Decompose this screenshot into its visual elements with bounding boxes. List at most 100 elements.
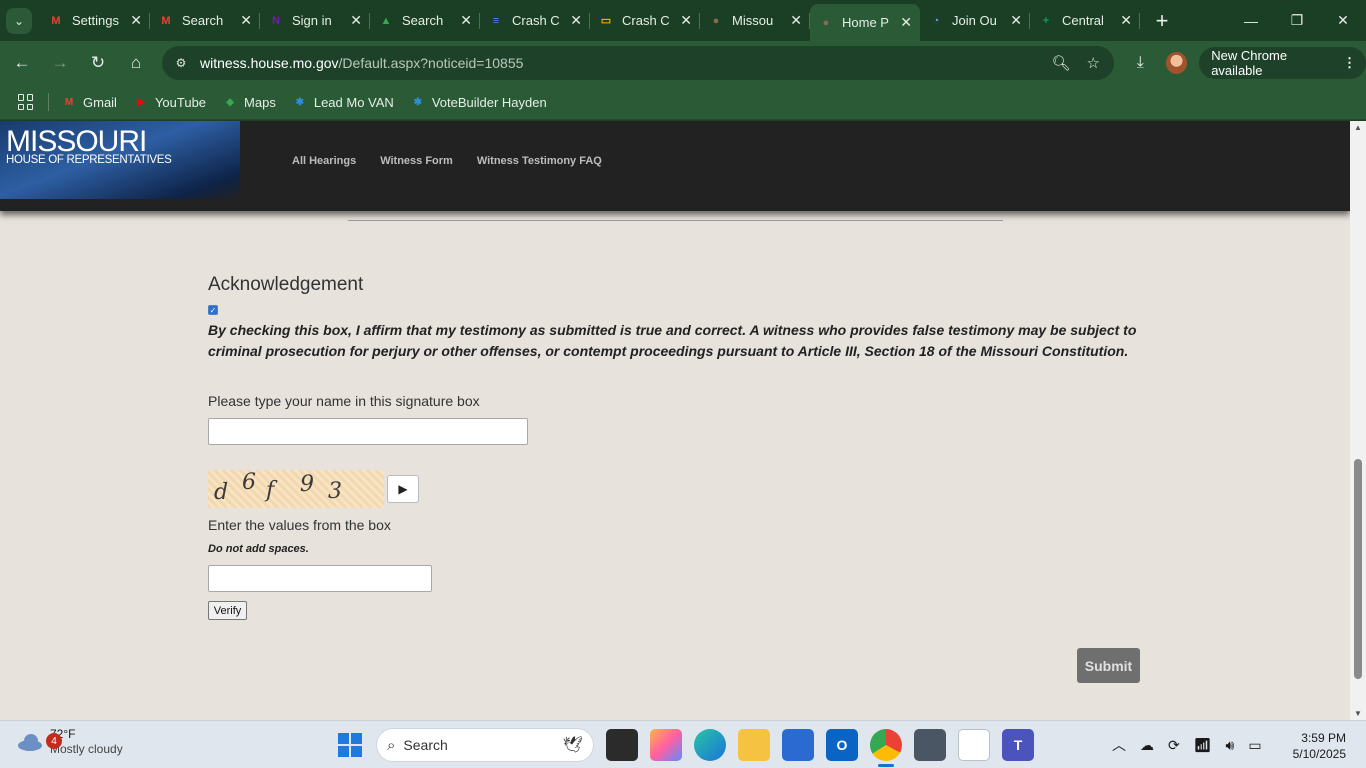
weather-widget[interactable]: 4 72°F Mostly cloudy xyxy=(16,727,123,757)
captcha-label: Enter the values from the box xyxy=(208,517,391,533)
maps-icon: ◆ xyxy=(226,96,234,108)
tab-search-button[interactable]: ⌄ xyxy=(6,7,32,34)
scroll-thumb[interactable] xyxy=(1354,459,1362,679)
close-tab-icon[interactable]: ✕ xyxy=(350,12,362,29)
url-host: witness.house.mo.gov xyxy=(200,55,339,71)
gmail-icon: M xyxy=(51,14,61,27)
signature-input[interactable] xyxy=(208,418,528,445)
teams-icon[interactable]: T xyxy=(1002,729,1034,761)
onedrive-icon[interactable]: ☁ xyxy=(1140,737,1154,754)
section-divider xyxy=(348,220,1003,221)
captcha-char: d xyxy=(214,480,229,505)
task-view-icon[interactable] xyxy=(606,729,638,761)
copilot-icon[interactable] xyxy=(650,729,682,761)
system-clock[interactable]: 3:59 PM 5/10/2025 xyxy=(1290,730,1346,762)
bookmark-star-icon[interactable]: ☆ xyxy=(1087,54,1100,72)
edge-icon[interactable] xyxy=(694,729,726,761)
missouri-house-logo[interactable]: MISSOURI HOUSE OF REPRESENTATIVES xyxy=(0,121,240,199)
minimize-icon[interactable]: — xyxy=(1228,0,1274,41)
tab-title: Central xyxy=(1062,13,1104,28)
chrome-icon[interactable] xyxy=(870,729,902,767)
battery-icon[interactable]: ▭ xyxy=(1248,737,1261,754)
close-tab-icon[interactable]: ✕ xyxy=(900,14,912,31)
browser-tab[interactable]: N Sign in ✕ xyxy=(260,4,370,37)
arrow-left-icon: ← xyxy=(13,53,31,72)
captcha-audio-button[interactable]: ▶ xyxy=(387,475,419,503)
bookmark-label: Gmail xyxy=(83,94,117,110)
page-scrollbar[interactable]: ▲ ▼ xyxy=(1350,121,1366,720)
address-bar[interactable]: ⚙ witness.house.mo.gov/Default.aspx?noti… xyxy=(162,46,1114,80)
download-icon[interactable]: ⤓ xyxy=(1128,54,1152,72)
forward-button[interactable]: → xyxy=(41,53,79,73)
gear-icon: ✱ xyxy=(295,96,305,108)
zoom-icon[interactable]: 🔍︎ xyxy=(1052,54,1071,72)
new-tab-button[interactable]: + xyxy=(1150,8,1174,34)
close-tab-icon[interactable]: ✕ xyxy=(1010,12,1022,29)
calculator-icon[interactable] xyxy=(914,729,946,761)
captcha-char: 6 xyxy=(242,470,256,495)
bookmark-item[interactable]: ▶ YouTube xyxy=(133,95,206,110)
browser-tab[interactable]: M Settings ✕ xyxy=(40,4,150,37)
browser-tab[interactable]: ▲ Search ✕ xyxy=(370,4,480,37)
web-page: MISSOURI HOUSE OF REPRESENTATIVES All He… xyxy=(0,121,1350,720)
close-tab-icon[interactable]: ✕ xyxy=(1120,12,1132,29)
browser-tab[interactable]: ◔ Join Ou ✕ xyxy=(920,4,1030,37)
close-tab-icon[interactable]: ✕ xyxy=(570,12,582,29)
nav-witness-form[interactable]: Witness Form xyxy=(380,155,453,167)
youtube-icon: ▶ xyxy=(137,96,145,108)
bookmark-item[interactable]: ◆ Maps xyxy=(222,95,276,110)
verify-button[interactable]: Verify xyxy=(208,601,247,620)
more-menu-icon[interactable]: ⋮ xyxy=(1343,55,1356,71)
nav-all-hearings[interactable]: All Hearings xyxy=(292,155,356,167)
scroll-down-icon[interactable]: ▼ xyxy=(1350,709,1366,718)
apps-grid-icon[interactable] xyxy=(18,94,34,110)
close-tab-icon[interactable]: ✕ xyxy=(680,12,692,29)
close-tab-icon[interactable]: ✕ xyxy=(790,12,802,29)
windows-start-icon[interactable] xyxy=(338,733,362,757)
close-tab-icon[interactable]: ✕ xyxy=(130,12,142,29)
tab-title: Settings xyxy=(72,13,119,28)
chevron-up-icon[interactable]: ︿ xyxy=(1112,735,1126,755)
site-info-icon[interactable]: ⚙ xyxy=(170,56,192,70)
nav-witness-faq[interactable]: Witness Testimony FAQ xyxy=(477,155,602,167)
notepad-icon[interactable] xyxy=(958,729,990,761)
back-button[interactable]: ← xyxy=(3,53,41,73)
captcha-image: d6f93 xyxy=(208,470,384,508)
microsoft-store-icon[interactable] xyxy=(782,729,814,761)
browser-tab[interactable]: ● Missou ✕ xyxy=(700,4,810,37)
close-tab-icon[interactable]: ✕ xyxy=(460,12,472,29)
profile-avatar[interactable] xyxy=(1166,52,1188,74)
tab-title: Join Ou xyxy=(952,13,997,28)
omnibox-actions: 🔍︎ ☆ xyxy=(1052,54,1101,72)
browser-tab[interactable]: ● Home P ✕ xyxy=(810,4,920,41)
bookmark-item[interactable]: ✱ Lead Mo VAN xyxy=(292,95,394,110)
google-docs-icon: ≡ xyxy=(492,14,500,27)
outlook-icon[interactable]: O xyxy=(826,729,858,761)
restore-icon[interactable]: ❐ xyxy=(1274,0,1320,41)
captcha-input[interactable] xyxy=(208,565,432,592)
sync-icon[interactable]: ⟳ xyxy=(1168,737,1180,754)
reload-button[interactable]: ↻ xyxy=(79,53,117,73)
update-chrome-button[interactable]: New Chrome available ⋮ xyxy=(1199,47,1366,79)
close-window-icon[interactable]: ✕ xyxy=(1320,0,1366,41)
url-text[interactable]: witness.house.mo.gov/Default.aspx?notice… xyxy=(200,55,523,71)
bookmark-item[interactable]: M Gmail xyxy=(61,95,117,110)
home-button[interactable]: ⌂ xyxy=(117,53,155,73)
volume-icon[interactable]: 🔊︎ xyxy=(1226,737,1235,754)
taskbar-search[interactable]: ⌕ Search 🕊 xyxy=(376,728,594,762)
browser-tab[interactable]: M Search ✕ xyxy=(150,4,260,37)
captcha-char: f xyxy=(266,478,275,503)
file-explorer-icon[interactable] xyxy=(738,729,770,761)
tabs: M Settings ✕ M Search ✕ N Sign in ✕ ▲ Search ✕ ≡ Cras… xyxy=(40,0,1140,41)
browser-tab[interactable]: ≡ Crash C ✕ xyxy=(480,4,590,37)
browser-tab[interactable]: ▭ Crash C ✕ xyxy=(590,4,700,37)
close-tab-icon[interactable]: ✕ xyxy=(240,12,252,29)
browser-toolbar: ← → ↻ ⌂ ⚙ witness.house.mo.gov/Default.a… xyxy=(0,41,1366,85)
scroll-up-icon[interactable]: ▲ xyxy=(1350,123,1366,132)
browser-tab[interactable]: + Central ✕ xyxy=(1030,4,1140,37)
submit-button[interactable]: Submit xyxy=(1077,648,1140,683)
captcha-char: 3 xyxy=(328,479,342,504)
bookmark-item[interactable]: ✱ VoteBuilder Hayden xyxy=(410,95,547,110)
acknowledgement-checkbox[interactable]: ✓ xyxy=(208,305,218,315)
wifi-icon[interactable]: 📶︎ xyxy=(1194,737,1212,754)
